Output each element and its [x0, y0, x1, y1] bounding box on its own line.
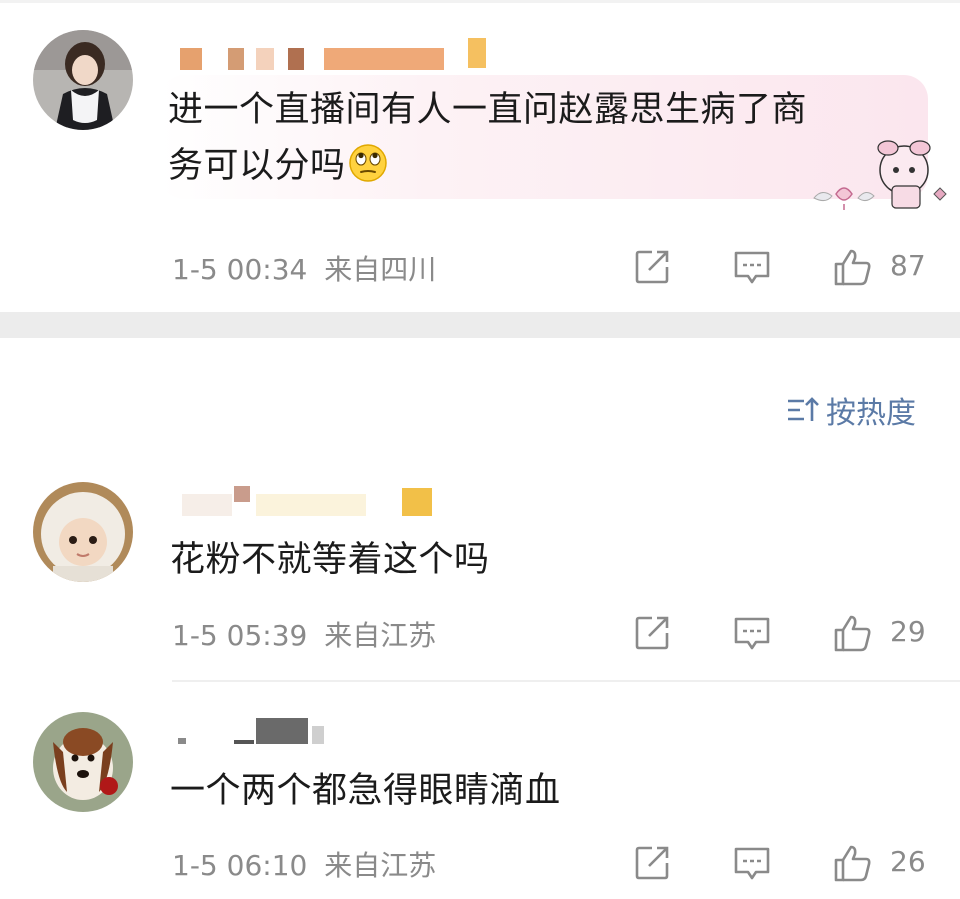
comment-text-line: 进一个直播间有人一直问赵露思生病了商 [168, 90, 808, 130]
sort-by-hot-button[interactable]: 按热度 [786, 388, 916, 432]
comment-actions: 26 [0, 843, 960, 887]
section-divider [0, 312, 960, 338]
like-count: 29 [890, 615, 926, 648]
comment-text: 进一个直播间有人一直问赵露思生病了商 务可以分吗 [168, 82, 807, 194]
comment-icon[interactable] [732, 843, 772, 883]
comment-sticker-decoration [808, 134, 954, 216]
share-icon[interactable] [632, 247, 672, 287]
thumbs-up-icon[interactable] [832, 613, 872, 653]
comment-item: 进一个直播间有人一直问赵露思生病了商 务可以分吗 1-5 00:34 来自四川 [0, 0, 960, 312]
comment-item: 花粉不就等着这个吗 1-5 05:39 来自江苏 29 [0, 470, 960, 680]
avatar[interactable] [33, 30, 133, 130]
comment-icon[interactable] [732, 613, 772, 653]
like-count: 26 [890, 845, 926, 878]
thumbs-up-icon[interactable] [832, 247, 872, 287]
avatar[interactable] [33, 482, 133, 582]
share-icon[interactable] [632, 843, 672, 883]
username-masked[interactable] [172, 714, 512, 748]
comment-text-line: 一个两个都急得眼睛滴血 [170, 771, 561, 811]
thumbs-up-icon[interactable] [832, 843, 872, 883]
comment-item: 一个两个都急得眼睛滴血 1-5 06:10 来自江苏 26 [0, 700, 960, 899]
comment-text: 一个两个都急得眼睛滴血 [170, 763, 561, 819]
eye-roll-emoji-icon [348, 143, 388, 183]
comment-actions: 29 [0, 613, 960, 657]
like-count: 87 [890, 249, 926, 282]
comment-divider [172, 680, 960, 682]
comment-actions: 87 [0, 247, 960, 291]
username-masked[interactable] [172, 482, 512, 516]
comment-text-line: 务可以分吗 [168, 146, 346, 186]
comment-text: 花粉不就等着这个吗 [170, 532, 490, 588]
avatar[interactable] [33, 712, 133, 812]
sort-icon [786, 395, 826, 425]
comment-text-line: 花粉不就等着这个吗 [170, 540, 490, 580]
username-masked[interactable] [172, 36, 512, 70]
comment-icon[interactable] [732, 247, 772, 287]
share-icon[interactable] [632, 613, 672, 653]
sort-label: 按热度 [826, 396, 916, 431]
